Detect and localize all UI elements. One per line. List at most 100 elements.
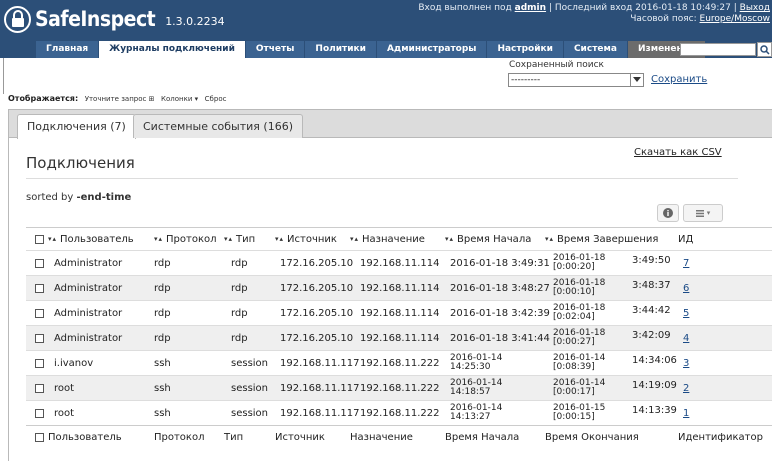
save-search-link[interactable]: Сохранить [651,74,707,85]
sort-icon[interactable]: ▾▴ [445,235,454,243]
column-header[interactable]: ▾▴ Пользователь [48,228,134,250]
column-header[interactable]: ИД [678,228,693,250]
table-header: ▾▴ Пользователь ▾▴ Протокол ▾▴ Тип ▾▴ Источник ▾… [26,227,772,250]
columns-icon[interactable]: ▾ [683,204,723,222]
saved-search-label: Сохраненный поиск [509,60,604,70]
column-header-label: Назначение [362,233,425,245]
user-cell: Administrator [54,307,123,319]
table-row: Administrator rdp rdp 172.16.205.10 192.168.… [26,325,772,350]
column-header[interactable]: ▾▴ Источник [275,228,337,250]
column-header[interactable]: ▾▴ Тип [224,228,255,250]
user-cell: i.ivanov [54,357,94,369]
sort-icon[interactable]: ▾▴ [350,235,359,243]
row-checkbox[interactable] [35,258,44,268]
footer-column-label: Тип [224,431,244,443]
main-nav: Главная Журналы подключений Отчеты Политики… [0,41,772,58]
row-checkbox[interactable] [35,308,44,318]
session-id-link[interactable]: 4 [683,333,689,344]
id-cell: 7 [683,251,689,275]
tab-connections[interactable]: Подключения (7) [17,114,136,139]
nav-tab[interactable]: Администраторы [376,41,487,58]
column-header-label: Время Начала [457,233,532,245]
source-cell: 172.16.205.10 [280,257,354,269]
row-checkbox[interactable] [35,383,44,393]
nav-tab[interactable]: Политики [305,41,376,58]
saved-search-select[interactable]: --------- [508,73,644,87]
type-cell: session [231,357,269,369]
start-time-cell: 2016-01-18 3:42:39 [450,307,550,319]
timezone-label: Часовой пояс: [630,14,697,24]
session-id-link[interactable]: 3 [683,358,689,369]
chevron-down-icon [630,74,643,86]
column-header[interactable]: ▾▴ Время Завершения [545,228,658,250]
sort-icon[interactable]: ▾▴ [224,235,233,243]
end-clock: 3:49:50 [632,255,671,266]
row-checkbox[interactable] [35,358,44,368]
row-checkbox[interactable] [35,432,44,442]
session-duration: [0:00:15] [553,412,595,422]
row-checkbox[interactable] [35,408,44,418]
column-header[interactable]: ▾▴ Время Начала [445,228,531,250]
session-id-link[interactable]: 7 [683,258,689,269]
display-bar: Отображается: Уточните запрос ⊞ Колонки … [8,94,226,103]
destination-cell: 192.168.11.114 [360,332,440,344]
timezone-link[interactable]: Europe/Moscow [700,14,770,24]
row-select-cell [35,401,44,425]
nav-tab[interactable]: Главная [36,41,99,58]
sort-icon[interactable]: ▾▴ [275,235,284,243]
footer-column-label: Источник [275,431,325,443]
columns-menu[interactable]: Колонки ▾ [161,95,198,103]
reset-link[interactable]: Сброс [205,95,227,103]
destination-cell: 192.168.11.114 [360,307,440,319]
source-cell: 192.168.11.117 [280,357,360,369]
session-id-link[interactable]: 6 [683,283,689,294]
nav-tab[interactable]: Система [563,41,627,58]
footer-column-label: Протокол [154,431,205,443]
row-select-cell [35,276,44,300]
download-csv-link[interactable]: Скачать как CSV [634,147,722,158]
row-checkbox[interactable] [35,283,44,293]
session-id-link[interactable]: 1 [683,408,689,419]
logout-link[interactable]: Выход [740,3,770,13]
row-checkbox[interactable] [35,333,44,343]
row-select-cell [35,376,44,400]
user-cell: Administrator [54,257,123,269]
end-clock: 14:34:06 [632,355,677,366]
footer-column-label: Время Начала [445,431,520,443]
info-icon[interactable] [657,204,679,222]
app-logo[interactable]: SafeInspect 1.3.0.2234 [4,4,225,34]
sort-icon[interactable]: ▾▴ [48,235,57,243]
protocol-cell: rdp [154,282,171,294]
column-header[interactable]: ▾▴ Протокол [154,228,217,250]
type-cell: rdp [231,307,248,319]
end-time-cell: 2016-01-18 [0:00:10] [553,276,605,300]
divider [26,178,738,179]
nav-tab[interactable]: Журналы подключений [99,41,245,58]
nav-search-input[interactable] [680,43,756,56]
table-row: Administrator rdp rdp 172.16.205.10 192.168.… [26,275,772,300]
search-icon[interactable] [757,42,772,57]
footer-column-label: Идентификатор [678,431,763,443]
padlock-icon [4,5,31,33]
session-duration: [0:02:04] [553,312,595,322]
end-clock: 14:19:09 [632,380,677,391]
current-user-link[interactable]: admin [515,3,546,13]
session-id-link[interactable]: 2 [683,383,689,394]
connections-panel: Подключения (7) Системные события (166) … [8,109,772,461]
protocol-cell: ssh [154,382,171,394]
nav-tab[interactable]: Настройки [487,41,563,58]
nav-tab[interactable]: Отчеты [245,41,305,58]
column-header[interactable]: ▾▴ Назначение [350,228,425,250]
protocol-cell: rdp [154,257,171,269]
refine-query-link[interactable]: Уточните запрос ⊞ [85,95,155,103]
sorted-field: -end-time [76,192,132,203]
display-label: Отображается: [8,94,79,103]
row-select-cell [35,351,44,375]
sort-icon[interactable]: ▾▴ [545,235,554,243]
app-name: SafeInspect [35,7,156,31]
sort-icon[interactable]: ▾▴ [154,235,163,243]
session-id-link[interactable]: 5 [683,308,689,319]
row-checkbox[interactable] [35,234,44,244]
end-time-cell: 2016-01-15 [0:00:15] [553,401,605,425]
tab-system-events[interactable]: Системные события (166) [133,114,303,138]
